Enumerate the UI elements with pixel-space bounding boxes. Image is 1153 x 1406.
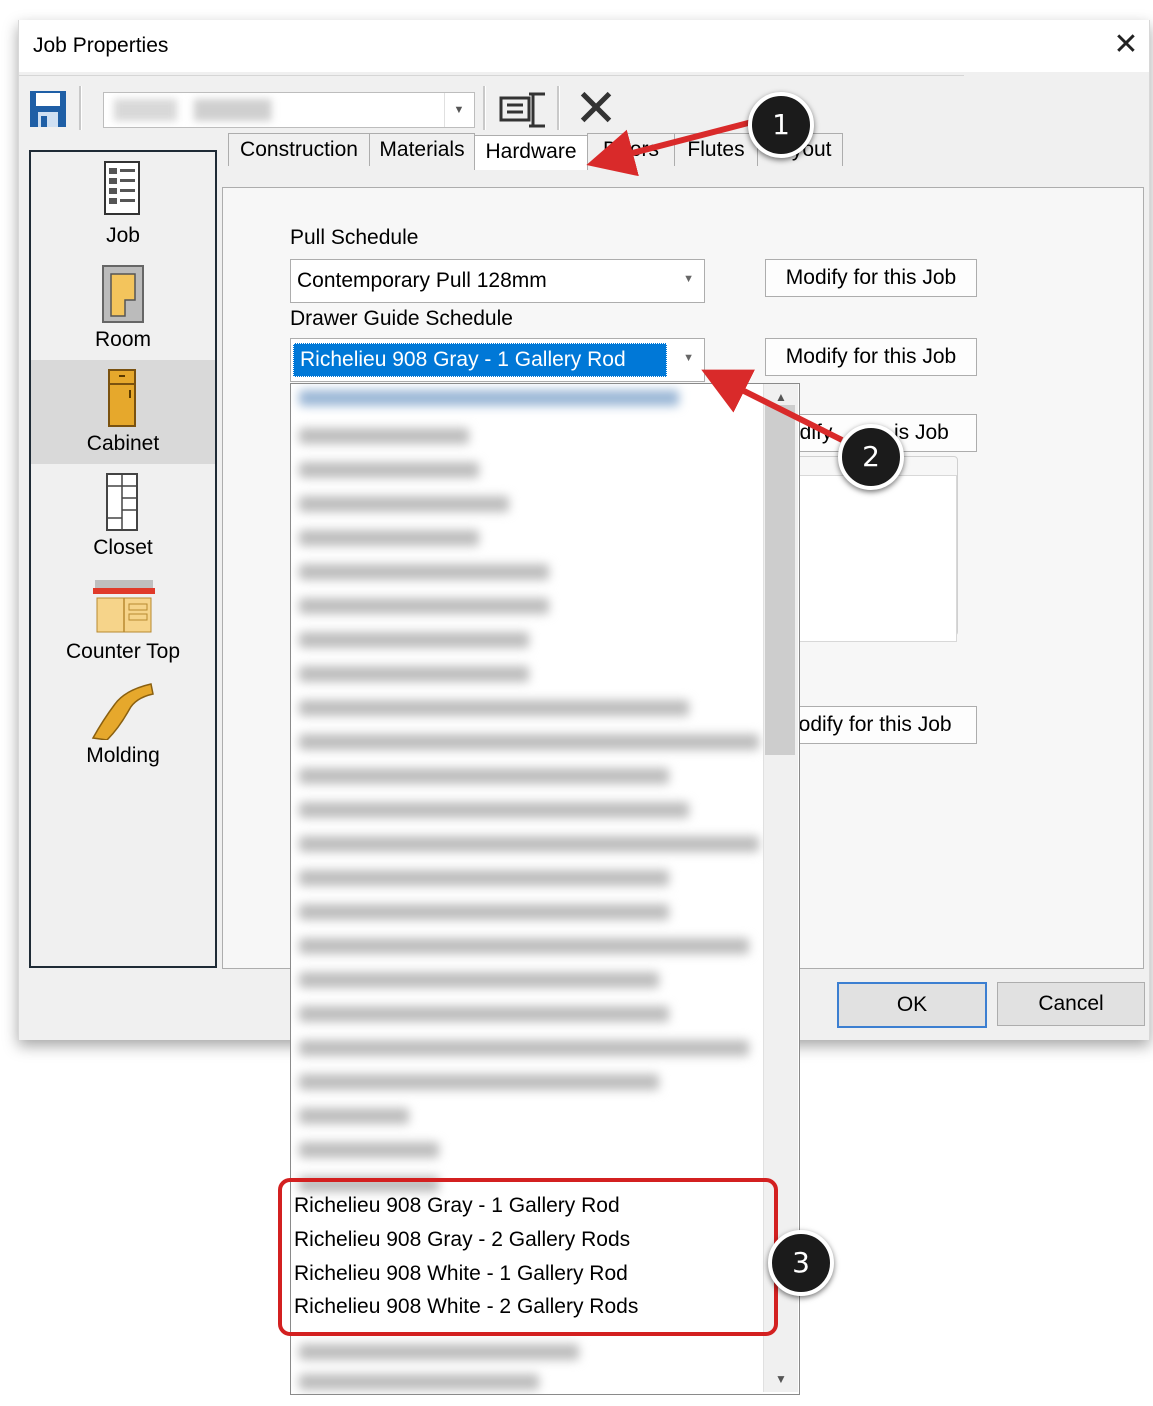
scroll-down-icon[interactable]: ▼ [764,1368,798,1390]
drawer-guide-value: Richelieu 908 Gray - 1 Gallery Rod [293,343,667,377]
modify-button-4-text: lodify for this Job [794,713,952,736]
job-selector-combo[interactable]: ▼ [103,92,475,128]
chevron-down-icon[interactable]: ▼ [444,93,473,127]
title-divider [19,75,964,76]
drawer-guide-label: Drawer Guide Schedule [290,307,513,330]
chevron-down-icon[interactable]: ▼ [683,273,694,285]
top-margin [0,0,1153,8]
sidebar-item-counter-top[interactable]: Counter Top [31,568,215,672]
sidebar-item-molding[interactable]: Molding [31,672,215,776]
sidebar-item-label: Closet [93,536,153,559]
drawer-guide-select[interactable]: Richelieu 908 Gray - 1 Gallery Rod ▼ [290,338,705,382]
highlight-box [278,1178,778,1336]
toolbar-separator [483,86,486,130]
toolbar-separator [557,86,560,130]
sidebar-item-label: Room [94,328,152,351]
pull-schedule-value: Contemporary Pull 128mm [297,269,547,292]
molding-icon [91,683,154,740]
delete-icon[interactable]: ✕ [571,83,621,135]
combo-value-blurred [114,99,324,121]
group-box-preview [785,475,957,642]
job-icon [104,161,140,215]
cabinet-icon [108,369,136,427]
cancel-button[interactable]: Cancel [997,982,1145,1026]
callout-3: 3 [768,1230,834,1296]
tab-hardware[interactable]: Hardware [474,135,588,170]
save-icon[interactable] [29,90,67,128]
callout-2: 2 [838,424,904,490]
sidebar-item-label: Molding [86,744,160,767]
room-icon [102,265,144,323]
toolbar-separator [79,86,82,130]
modify-pull-button[interactable]: Modify for this Job [765,259,977,297]
closet-icon [106,473,138,531]
tab-materials[interactable]: Materials [369,133,475,166]
callout-1: 1 [748,92,814,158]
tab-construction[interactable]: Construction [228,133,370,166]
tab-flutes[interactable]: Flutes [674,133,758,166]
chevron-down-icon[interactable]: ▼ [683,352,694,364]
properties-icon[interactable] [499,90,547,130]
sidebar-item-job[interactable]: Job [31,152,215,256]
title-bar: Job Properties ✕ [19,20,1149,72]
tab-doors[interactable]: Doors [587,133,675,166]
sidebar-item-label: Cabinet [86,432,160,455]
sidebar-item-label: Counter Top [65,640,181,663]
sidebar-item-closet[interactable]: Closet [31,464,215,568]
close-button[interactable]: ✕ [1109,28,1143,62]
pull-schedule-label: Pull Schedule [290,226,419,249]
counter-top-icon [93,580,155,633]
category-sidebar: Job Room Cabinet Closet Counter Top Mold… [29,150,217,968]
window-title: Job Properties [33,34,169,57]
sidebar-item-room[interactable]: Room [31,256,215,360]
ok-button[interactable]: OK [837,982,987,1028]
scrollbar-thumb[interactable] [765,405,795,755]
sidebar-item-label: Job [106,224,140,247]
modify-drawer-guide-button[interactable]: Modify for this Job [765,338,977,376]
sidebar-item-cabinet[interactable]: Cabinet [31,360,215,464]
pull-schedule-select[interactable]: Contemporary Pull 128mm ▼ [290,259,705,303]
